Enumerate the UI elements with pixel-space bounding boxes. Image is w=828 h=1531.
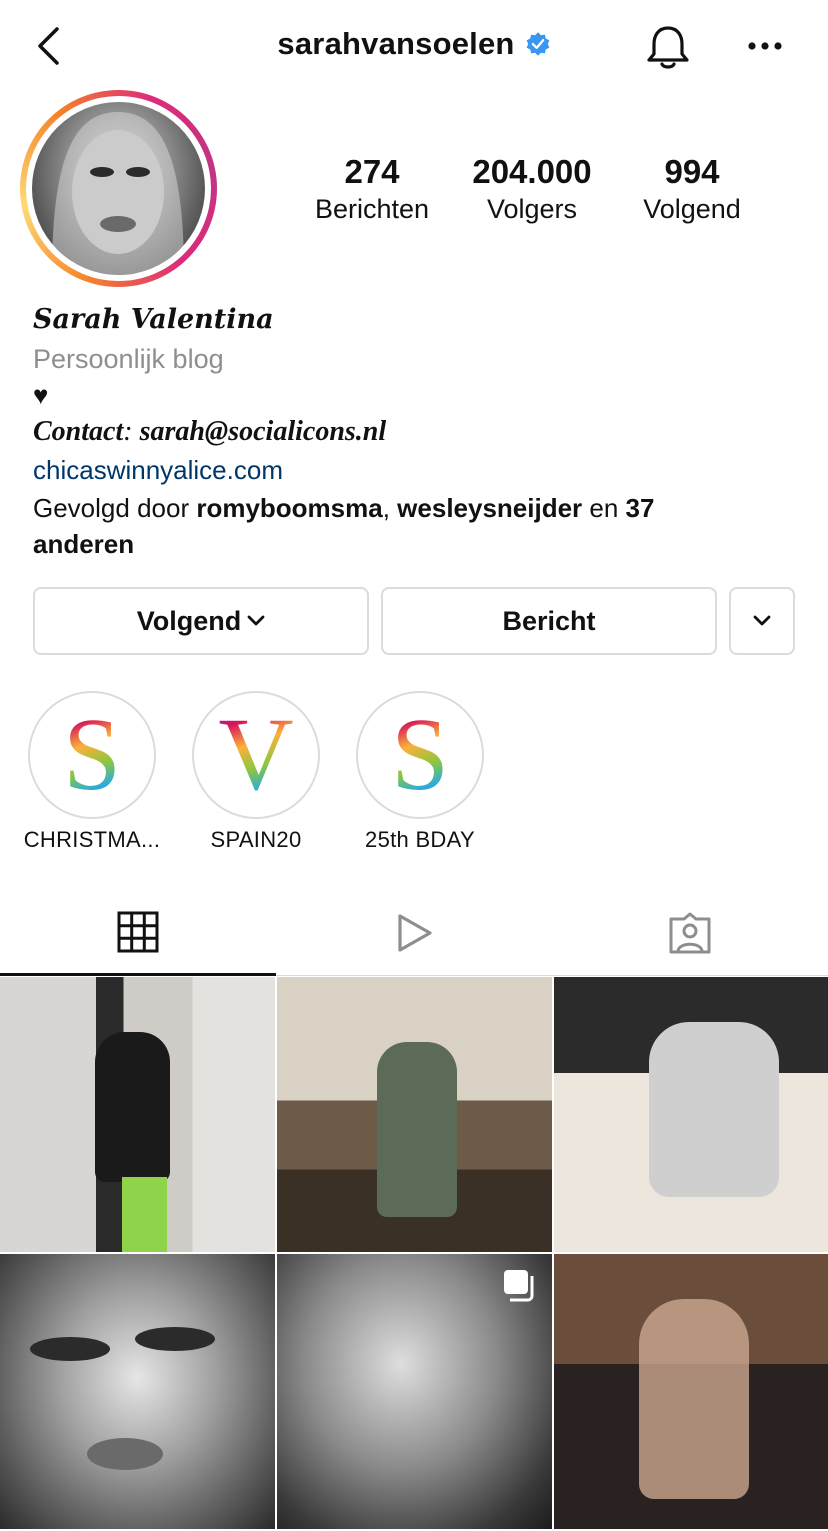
followed-count: 37 (625, 493, 655, 523)
post-thumbnail[interactable] (554, 1253, 828, 1529)
bio-section: Sarah Valentina Persoonlijk blog ♥ Conta… (33, 300, 813, 562)
tab-reels[interactable] (276, 890, 552, 976)
notifications-button[interactable] (644, 22, 692, 72)
full-name: Sarah Valentina (33, 304, 274, 335)
following-button-label: Volgend (136, 605, 242, 636)
chevron-down-icon (247, 615, 265, 626)
grid-icon (117, 911, 159, 952)
post-thumbnail[interactable] (0, 977, 275, 1252)
highlight-letter: V (218, 697, 294, 812)
username: sarahvansoelen (277, 26, 515, 61)
heart-emoji: ♥ (33, 380, 49, 410)
tagged-icon (669, 912, 711, 954)
contact-line: Contact: sarah@socialicons.nl (33, 412, 813, 452)
following-label: Volgend (643, 194, 741, 224)
stat-following[interactable]: 994 Volgend (602, 152, 782, 226)
followed-user-2: wesleysneijder (397, 493, 583, 523)
more-options-button[interactable] (744, 28, 786, 64)
highlight-item[interactable]: S CHRISTMA... (12, 691, 172, 853)
highlight-letter: S (63, 697, 121, 812)
more-horizontal-icon (748, 42, 782, 50)
tab-tagged[interactable] (552, 890, 828, 976)
story-ring[interactable] (20, 90, 217, 287)
highlight-item[interactable]: S 25th BDAY (340, 691, 500, 853)
profile-tabs (0, 890, 828, 976)
message-button-label: Bericht (502, 605, 596, 636)
highlight-label: CHRISTMA... (23, 827, 161, 852)
message-button[interactable]: Bericht (381, 587, 717, 655)
followed-prefix: Gevolgd door (33, 493, 197, 523)
verified-badge-icon (526, 32, 549, 56)
posts-label: Berichten (314, 194, 430, 224)
highlight-letter: S (391, 697, 449, 812)
highlight-label: 25th BDAY (365, 827, 475, 852)
contact-email: sarah@socialicons.nl (139, 416, 387, 447)
highlight-cover: V (192, 691, 320, 819)
following-count: 994 (664, 153, 720, 190)
portrait-image (30, 1326, 215, 1470)
followed-user-1: romyboomsma (196, 493, 383, 523)
post-thumbnail[interactable] (554, 977, 828, 1252)
followed-separator: , (382, 493, 398, 523)
username-title: sarahvansoelen (0, 26, 828, 62)
contact-separator: : (123, 416, 140, 447)
followed-suffix: anderen (33, 529, 135, 559)
followed-and: en (582, 493, 626, 523)
website-link[interactable]: chicaswinnyalice.com (33, 452, 813, 488)
suggested-dropdown-button[interactable] (729, 587, 795, 655)
posts-count: 274 (344, 153, 400, 190)
stat-posts[interactable]: 274 Berichten (282, 152, 462, 226)
followed-by-text[interactable]: Gevolgd door romyboomsma, wesleysneijder… (33, 490, 813, 562)
followers-label: Volgers (486, 194, 578, 224)
chevron-down-icon (753, 615, 771, 626)
post-thumbnail[interactable] (277, 977, 552, 1252)
bell-icon (647, 26, 689, 69)
avatar (32, 102, 205, 275)
multiple-photos-icon (504, 1269, 534, 1301)
stat-followers[interactable]: 204.000 Volgers (442, 152, 622, 226)
tab-grid[interactable] (0, 890, 276, 976)
post-thumbnail[interactable] (277, 1253, 552, 1529)
post-thumbnail[interactable] (0, 1253, 275, 1529)
category-label: Persoonlijk blog (33, 344, 224, 374)
highlight-cover: S (28, 691, 156, 819)
followers-count: 204.000 (472, 153, 592, 190)
highlight-item[interactable]: V SPAIN20 (176, 691, 336, 853)
top-bar: sarahvansoelen (0, 0, 828, 92)
contact-label: Contact (33, 416, 124, 447)
highlight-cover: S (356, 691, 484, 819)
reels-play-icon (398, 914, 432, 952)
avatar-portrait (52, 112, 184, 275)
posts-grid (0, 977, 828, 1529)
highlight-label: SPAIN20 (210, 827, 302, 852)
following-button[interactable]: Volgend (33, 587, 369, 655)
